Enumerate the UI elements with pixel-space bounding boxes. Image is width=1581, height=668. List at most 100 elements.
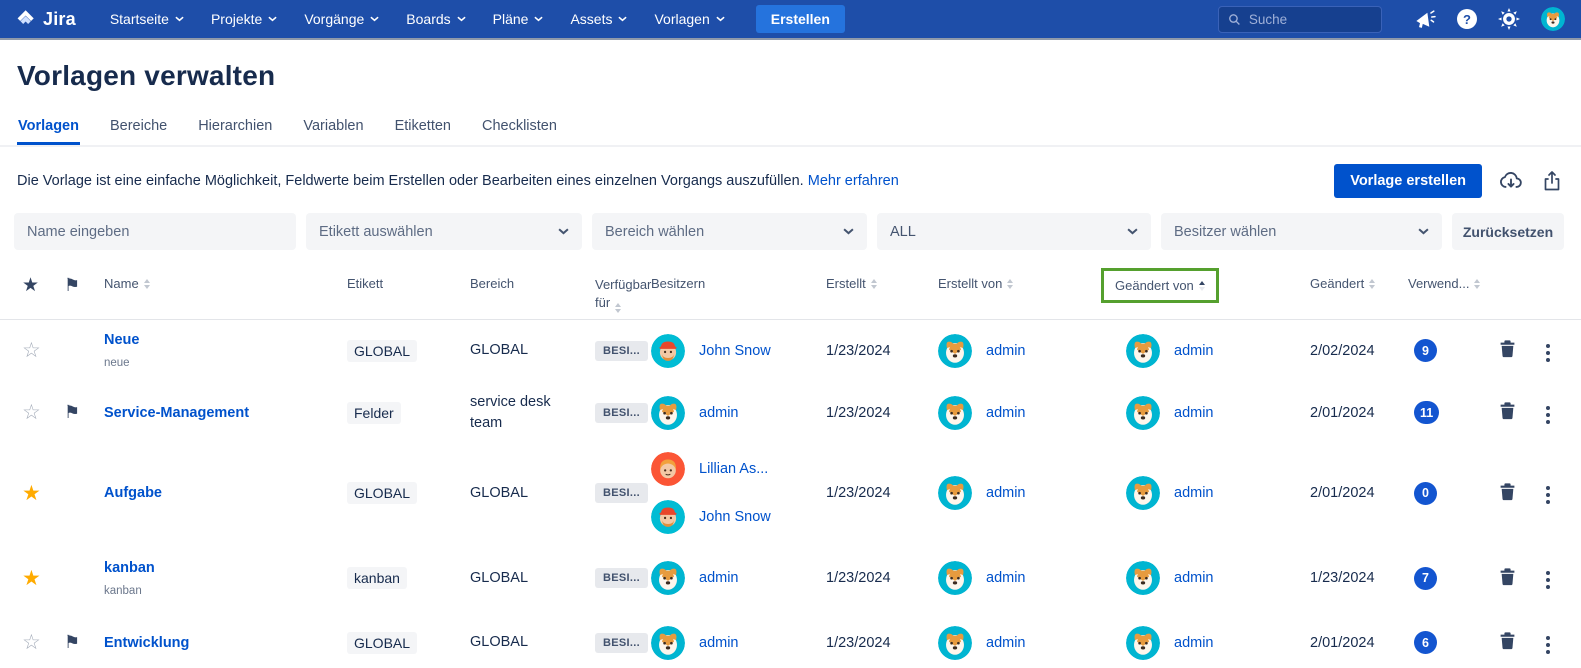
modified-by-link[interactable]: admin [1174, 405, 1214, 421]
jira-logo-icon [14, 8, 36, 30]
template-name-link[interactable]: Neue [104, 332, 347, 348]
available-for-chip[interactable]: BESI... [595, 483, 648, 503]
available-for-chip[interactable]: BESI... [595, 403, 648, 423]
jira-logo[interactable]: Jira [14, 8, 76, 30]
modified-by-link[interactable]: admin [1174, 343, 1214, 359]
trash-icon[interactable] [1496, 631, 1517, 650]
star-icon[interactable] [16, 340, 41, 361]
sort-icon[interactable] [615, 303, 621, 313]
announcements-icon[interactable] [1413, 8, 1436, 31]
label-filter-select[interactable]: Etikett auswählen [306, 213, 582, 250]
availability-filter-select[interactable]: ALL [877, 213, 1151, 250]
nav-item-boards[interactable]: Boards [406, 11, 465, 27]
template-name-link[interactable]: kanban [104, 560, 347, 576]
tab-bereiche[interactable]: Bereiche [109, 112, 168, 145]
created-date: 1/23/2024 [826, 570, 938, 586]
created-by-link[interactable]: admin [986, 635, 1026, 651]
flag-column-icon[interactable] [60, 276, 80, 294]
tab-hierarchien[interactable]: Hierarchien [197, 112, 273, 145]
usage-badge[interactable]: 11 [1414, 401, 1439, 424]
tab-vorlagen[interactable]: Vorlagen [17, 112, 80, 145]
settings-gear-icon[interactable] [1498, 8, 1520, 30]
template-name-link[interactable]: Service-Management [104, 405, 347, 421]
star-icon[interactable] [16, 632, 41, 653]
nav-item-assets[interactable]: Assets [570, 11, 627, 27]
sort-icon[interactable] [871, 279, 877, 289]
created-date: 1/23/2024 [826, 343, 938, 359]
global-search[interactable] [1218, 6, 1382, 33]
tab-etiketten[interactable]: Etiketten [394, 112, 452, 145]
available-for-chip[interactable]: BESI... [595, 633, 648, 653]
tab-variablen[interactable]: Variablen [302, 112, 364, 145]
trash-icon[interactable] [1496, 401, 1517, 420]
help-icon[interactable]: ? [1457, 9, 1477, 29]
import-cloud-icon[interactable] [1498, 168, 1524, 194]
create-template-button[interactable]: Vorlage erstellen [1334, 164, 1482, 198]
name-filter-field[interactable] [27, 224, 283, 240]
modified-by-link[interactable]: admin [1174, 485, 1214, 501]
usage-badge[interactable]: 6 [1414, 631, 1437, 654]
template-name-link[interactable]: Entwicklung [104, 635, 347, 651]
sort-icon[interactable] [144, 279, 150, 289]
owner-link[interactable]: admin [699, 570, 739, 586]
user-avatar[interactable] [1541, 7, 1565, 31]
star-column-icon[interactable] [16, 276, 39, 295]
modified-by-link[interactable]: admin [1174, 570, 1214, 586]
flag-icon[interactable] [60, 403, 80, 421]
modified-by-link[interactable]: admin [1174, 635, 1214, 651]
owner-link[interactable]: admin [699, 635, 739, 651]
owner-link[interactable]: John Snow [699, 343, 771, 359]
usage-badge[interactable]: 7 [1414, 567, 1437, 590]
star-icon[interactable] [16, 402, 41, 423]
trash-icon[interactable] [1496, 482, 1517, 501]
created-by-link[interactable]: admin [986, 485, 1026, 501]
kebab-menu-icon[interactable] [1540, 632, 1556, 658]
template-name-link[interactable]: Aufgabe [104, 485, 347, 501]
page-tabs: Vorlagen Bereiche Hierarchien Variablen … [0, 112, 1581, 147]
trash-icon[interactable] [1496, 567, 1517, 586]
search-input[interactable] [1249, 12, 1372, 27]
sort-icon[interactable] [1007, 279, 1013, 289]
kebab-menu-icon[interactable] [1540, 567, 1556, 593]
nav-item-projekte[interactable]: Projekte [211, 11, 277, 27]
chevron-down-icon [1127, 228, 1138, 235]
sort-ascending-icon[interactable] [1199, 281, 1205, 291]
label-chip: Felder [347, 402, 401, 424]
available-for-chip[interactable]: BESI... [595, 341, 648, 361]
kebab-menu-icon[interactable] [1540, 482, 1556, 508]
scope-value: GLOBAL [470, 568, 595, 588]
learn-more-link[interactable]: Mehr erfahren [808, 173, 899, 189]
owner-link[interactable]: Lillian As... [699, 461, 768, 477]
reset-filters-button[interactable]: Zurücksetzen [1452, 213, 1564, 250]
owner-filter-select[interactable]: Besitzer wählen [1161, 213, 1442, 250]
owner-link[interactable]: John Snow [699, 509, 771, 525]
trash-icon[interactable] [1496, 339, 1517, 358]
table-row: Service-Management Felder service desk t… [0, 382, 1581, 444]
scope-value: GLOBAL [470, 483, 595, 503]
available-for-chip[interactable]: BESI... [595, 568, 648, 588]
owner-link[interactable]: admin [699, 405, 739, 421]
flag-icon[interactable] [60, 633, 80, 651]
owner-avatar [651, 452, 685, 486]
kebab-menu-icon[interactable] [1540, 340, 1556, 366]
created-by-link[interactable]: admin [986, 343, 1026, 359]
sort-icon[interactable] [1474, 279, 1480, 289]
star-icon[interactable] [16, 483, 41, 504]
tab-checklisten[interactable]: Checklisten [481, 112, 558, 145]
usage-badge[interactable]: 9 [1414, 339, 1437, 362]
scope-filter-select[interactable]: Bereich wählen [592, 213, 867, 250]
sort-icon[interactable] [1369, 279, 1375, 289]
nav-item-plaene[interactable]: Pläne [493, 11, 544, 27]
name-filter-input[interactable] [14, 213, 296, 250]
column-header-verwendung: Verwend... [1408, 276, 1496, 291]
star-icon[interactable] [16, 568, 41, 589]
nav-item-vorgaenge[interactable]: Vorgänge [304, 11, 379, 27]
nav-item-vorlagen[interactable]: Vorlagen [654, 11, 724, 27]
created-by-link[interactable]: admin [986, 405, 1026, 421]
kebab-menu-icon[interactable] [1540, 402, 1556, 428]
created-by-link[interactable]: admin [986, 570, 1026, 586]
create-button[interactable]: Erstellen [756, 5, 845, 33]
usage-badge[interactable]: 0 [1414, 482, 1437, 505]
export-share-icon[interactable] [1540, 169, 1564, 193]
nav-item-startseite[interactable]: Startseite [110, 11, 184, 27]
